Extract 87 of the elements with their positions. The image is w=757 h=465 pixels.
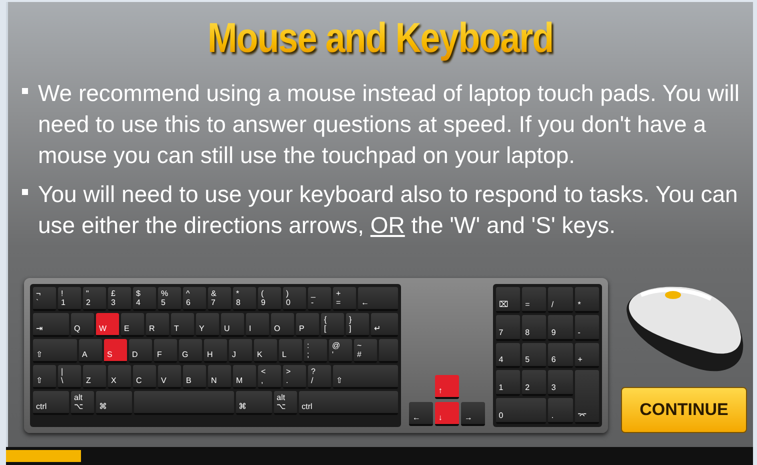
key: Y [196,313,219,337]
key: { [ [321,313,344,337]
key: = [522,287,546,313]
key: £ 3 [108,287,131,311]
key: ⌘ [236,391,272,415]
key: R [146,313,169,337]
key: } ] [346,313,369,337]
key: ^ 6 [183,287,206,311]
key: W [96,313,119,337]
key: % 5 [158,287,181,311]
key: L [279,339,302,363]
key: < , [258,365,281,389]
key: M [233,365,256,389]
key: ← [358,287,398,311]
bullet-icon [22,88,28,94]
key: K [254,339,277,363]
key: E [121,313,144,337]
key: alt ⌥ [274,391,297,415]
key: S [104,339,127,363]
instruction-text: We recommend using a mouse instead of laptop touch pads. You will need to use this to answer questions at speed. If you don't have a mouse you can still use the touchpad on your laptop. [38,79,740,170]
key: 8 [522,314,546,341]
key: 6 [548,342,573,368]
key: T [171,313,194,337]
key: ctrl [298,391,398,415]
key: 7 [496,314,520,341]
key: . [548,398,573,424]
key: 2 [522,370,546,396]
key: + = [333,287,356,311]
key: > . [283,365,306,389]
key: ⇧ [33,365,56,389]
key: ↑ [435,375,460,399]
key: _ - [308,287,331,311]
key: ↓ [435,402,460,426]
key: & 7 [208,287,231,311]
continue-button[interactable]: CONTINUE [621,387,747,433]
key: 3 [548,370,573,396]
key: + [574,342,599,368]
key: 4 [496,342,520,368]
key: ⇧ [333,365,398,389]
key: B [183,365,206,389]
key: Q [71,313,94,337]
key: ~ # [354,339,377,363]
key: ⌘ [96,391,132,415]
key: J [229,339,252,363]
key: ? / [308,365,331,389]
key: | \ [58,365,81,389]
key: * [574,287,599,313]
key: ↵ [371,313,398,337]
key: F [154,339,177,363]
key: G [179,339,202,363]
key: X [108,365,131,389]
key: ⌧ [496,287,520,313]
key: 0 [496,398,546,424]
key: Z [83,365,106,389]
key: N [208,365,231,389]
key: A [79,339,102,363]
key: 1 [496,370,520,396]
key: ⇥ [33,313,69,337]
key: P [296,313,319,337]
key: I [246,313,269,337]
key: ) 0 [283,287,306,311]
key: 9 [548,314,573,341]
key: ctrl [33,391,69,415]
key: → [461,402,486,426]
key: $ 4 [133,287,156,311]
key: ( 9 [258,287,281,311]
key: U [221,313,244,337]
key: - [574,314,599,341]
key: C [133,365,156,389]
key: ¬ ` [33,287,56,311]
key: / [548,287,573,313]
key: " 2 [83,287,106,311]
key: alt ⌥ [71,391,94,415]
key: ⌤ [574,370,599,424]
key: 5 [522,342,546,368]
key: D [129,339,152,363]
key: : ; [304,339,327,363]
instruction-text: You will need to use your keyboard also to respond to tasks. You can use either the directions arrows, OR the 'W' and 'S' keys. [38,180,739,240]
bullet-icon [22,189,28,195]
key: O [271,313,294,337]
key: * 8 [233,287,256,311]
key: V [158,365,181,389]
key: ! 1 [58,287,81,311]
key: H [204,339,227,363]
key: ← [409,402,434,426]
key: @ ' [329,339,352,363]
key: ⇧ [33,339,77,363]
